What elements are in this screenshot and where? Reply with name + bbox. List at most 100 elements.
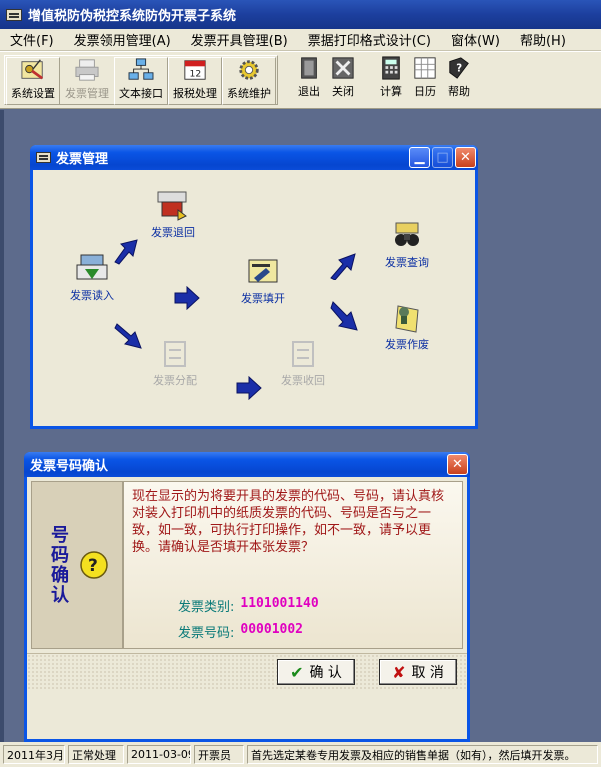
arrow-up-right-icon [330, 253, 356, 280]
window-close-button[interactable]: ✕ [455, 147, 476, 168]
invoice-query-node[interactable]: 发票查询 [385, 220, 429, 270]
calendar-icon [414, 57, 436, 79]
invoice-collect-label: 发票收回 [281, 374, 325, 387]
invoice-fill-icon [248, 259, 278, 283]
dialog-close-button[interactable]: ✕ [447, 454, 468, 475]
calendar-report-icon: 12 [184, 60, 206, 80]
arrow-up-right-icon [114, 239, 138, 265]
sys-settings-button[interactable]: 系统设置 [6, 57, 60, 105]
close-button[interactable]: 关闭 [326, 55, 360, 103]
invoice-type-label: 发票类别: [178, 600, 235, 615]
help-label: 帮助 [448, 85, 470, 98]
gear-icon [239, 60, 259, 80]
arrow-down-right-icon [330, 301, 358, 331]
invoice-collect-icon [292, 341, 314, 367]
invoice-distribute-icon [164, 341, 186, 367]
side-label: 号码确认 [48, 525, 69, 605]
invoice-read-label: 发票读入 [70, 289, 114, 302]
tax-report-label: 报税处理 [173, 87, 217, 100]
cross-icon: ✘ [392, 662, 406, 682]
invoice-mgmt-window: 发票管理 ▁ □ ✕ 发票退回 发票读入 发票填开 发票查询 发票作废 发票分配… [30, 145, 478, 429]
check-icon: ✔ [290, 662, 304, 682]
tools-close-icon [332, 57, 354, 79]
button-bar: ✔ 确 认 ✘ 取 消 [27, 653, 467, 689]
status-hint: 首先选定某卷专用发票及相应的销售单据（如有），然后填开发票。 [247, 745, 598, 764]
close-label: 关闭 [332, 85, 354, 98]
invoice-read-node[interactable]: 发票读入 [70, 253, 114, 303]
help-book-icon: ? [449, 57, 469, 79]
minimize-button[interactable]: ▁ [409, 147, 430, 168]
exit-button[interactable]: 退出 [292, 55, 326, 103]
invoice-mgmt-body: 发票退回 发票读入 发票填开 发票查询 发票作废 发票分配 发票收回 [33, 170, 475, 426]
invoice-mgmt-button[interactable]: 发票管理 [60, 57, 114, 105]
menu-file[interactable]: 文件(F) [0, 30, 64, 49]
invoice-mgmt-titlebar[interactable]: 发票管理 ▁ □ ✕ [30, 145, 478, 170]
text-interface-button[interactable]: 文本接口 [114, 57, 168, 105]
invoice-confirm-dialog: 发票号码确认 ✕ 号码确认 ? 现在显示的为将要开具的发票的代码、号码，请认真核… [24, 452, 470, 742]
status-bar: 2011年3月 正常处理 2011-03-09 开票员 首先选定某卷专用发票及相… [0, 742, 601, 767]
help-button[interactable]: ? 帮助 [442, 55, 476, 103]
menu-window[interactable]: 窗体(W) [441, 30, 510, 49]
confirm-title: 发票号码确认 [30, 459, 109, 474]
text-interface-label: 文本接口 [119, 87, 163, 100]
calendar-label: 日历 [414, 85, 436, 98]
status-period: 2011年3月 [3, 745, 65, 764]
network-icon [128, 58, 154, 80]
tax-report-button[interactable]: 12 报税处理 [168, 57, 222, 105]
invoice-fill-label: 发票填开 [241, 292, 285, 305]
invoice-void-node[interactable]: 发票作废 [385, 302, 429, 352]
toolbar: 系统设置 发票管理 文本接口 12 报税处理 系统维护 退出 关闭 计算 日历 … [0, 51, 601, 109]
arrow-down-right-icon [114, 323, 142, 349]
sys-maintenance-label: 系统维护 [227, 87, 271, 100]
arrow-right-icon [236, 376, 262, 400]
app-icon [6, 8, 22, 21]
status-mode: 正常处理 [68, 745, 124, 764]
exit-door-icon [301, 57, 317, 79]
calc-button[interactable]: 计算 [374, 55, 408, 103]
menu-invoice-receive[interactable]: 发票领用管理(A) [64, 30, 181, 49]
app-title-bar: 增值税防伪税控系统防伪开票子系统 [0, 0, 601, 29]
invoice-number-value: 00001002 [240, 622, 304, 637]
calendar-button[interactable]: 日历 [408, 55, 442, 103]
invoice-void-icon [395, 305, 419, 333]
menu-help[interactable]: 帮助(H) [510, 30, 576, 49]
invoice-query-label: 发票查询 [385, 256, 429, 269]
invoice-read-icon [76, 254, 108, 280]
sys-settings-label: 系统设置 [11, 87, 55, 100]
invoice-void-label: 发票作废 [385, 338, 429, 351]
message-panel: 现在显示的为将要开具的发票的代码、号码，请认真核对装入打印机中的纸质发票的代码、… [123, 481, 463, 649]
confirm-message: 现在显示的为将要开具的发票的代码、号码，请认真核对装入打印机中的纸质发票的代码、… [132, 489, 445, 555]
binoculars-icon [395, 222, 419, 246]
maximize-button: □ [432, 147, 453, 168]
invoice-mgmt-label: 发票管理 [65, 87, 109, 100]
svg-text:?: ? [88, 556, 98, 576]
confirm-button[interactable]: ✔ 确 认 [277, 659, 355, 685]
printer-icon [75, 59, 99, 81]
invoice-collect-node: 发票收回 [281, 338, 325, 388]
confirm-titlebar[interactable]: 发票号码确认 ✕ [24, 452, 470, 477]
toolbar-main-group: 系统设置 发票管理 文本接口 12 报税处理 系统维护 [4, 55, 278, 105]
cancel-button-label: 取 消 [411, 665, 444, 681]
invoice-distribute-label: 发票分配 [153, 374, 197, 387]
window-icon [36, 152, 51, 163]
invoice-type-value: 1101001140 [240, 596, 319, 611]
invoice-mgmt-title: 发票管理 [56, 152, 109, 167]
invoice-distribute-node: 发票分配 [153, 338, 197, 388]
invoice-number-label: 发票号码: [178, 626, 235, 641]
invoice-return-node[interactable]: 发票退回 [151, 190, 195, 240]
key-icon [21, 59, 44, 80]
exit-label: 退出 [298, 85, 320, 98]
confirm-button-label: 确 认 [309, 665, 342, 681]
side-panel: 号码确认 ? [31, 481, 123, 649]
status-role: 开票员 [194, 745, 244, 764]
arrow-right-icon [174, 286, 200, 310]
cancel-button[interactable]: ✘ 取 消 [379, 659, 457, 685]
menu-print-format[interactable]: 票据打印格式设计(C) [298, 30, 441, 49]
mdi-workspace: 发票管理 ▁ □ ✕ 发票退回 发票读入 发票填开 发票查询 发票作废 发票分配… [0, 110, 601, 742]
svg-text:?: ? [456, 64, 462, 75]
sys-maintenance-button[interactable]: 系统维护 [222, 57, 276, 105]
menu-invoice-issue[interactable]: 发票开具管理(B) [181, 30, 298, 49]
invoice-fill-node[interactable]: 发票填开 [241, 256, 285, 306]
calculator-icon [382, 56, 400, 80]
invoice-return-icon [157, 191, 187, 221]
